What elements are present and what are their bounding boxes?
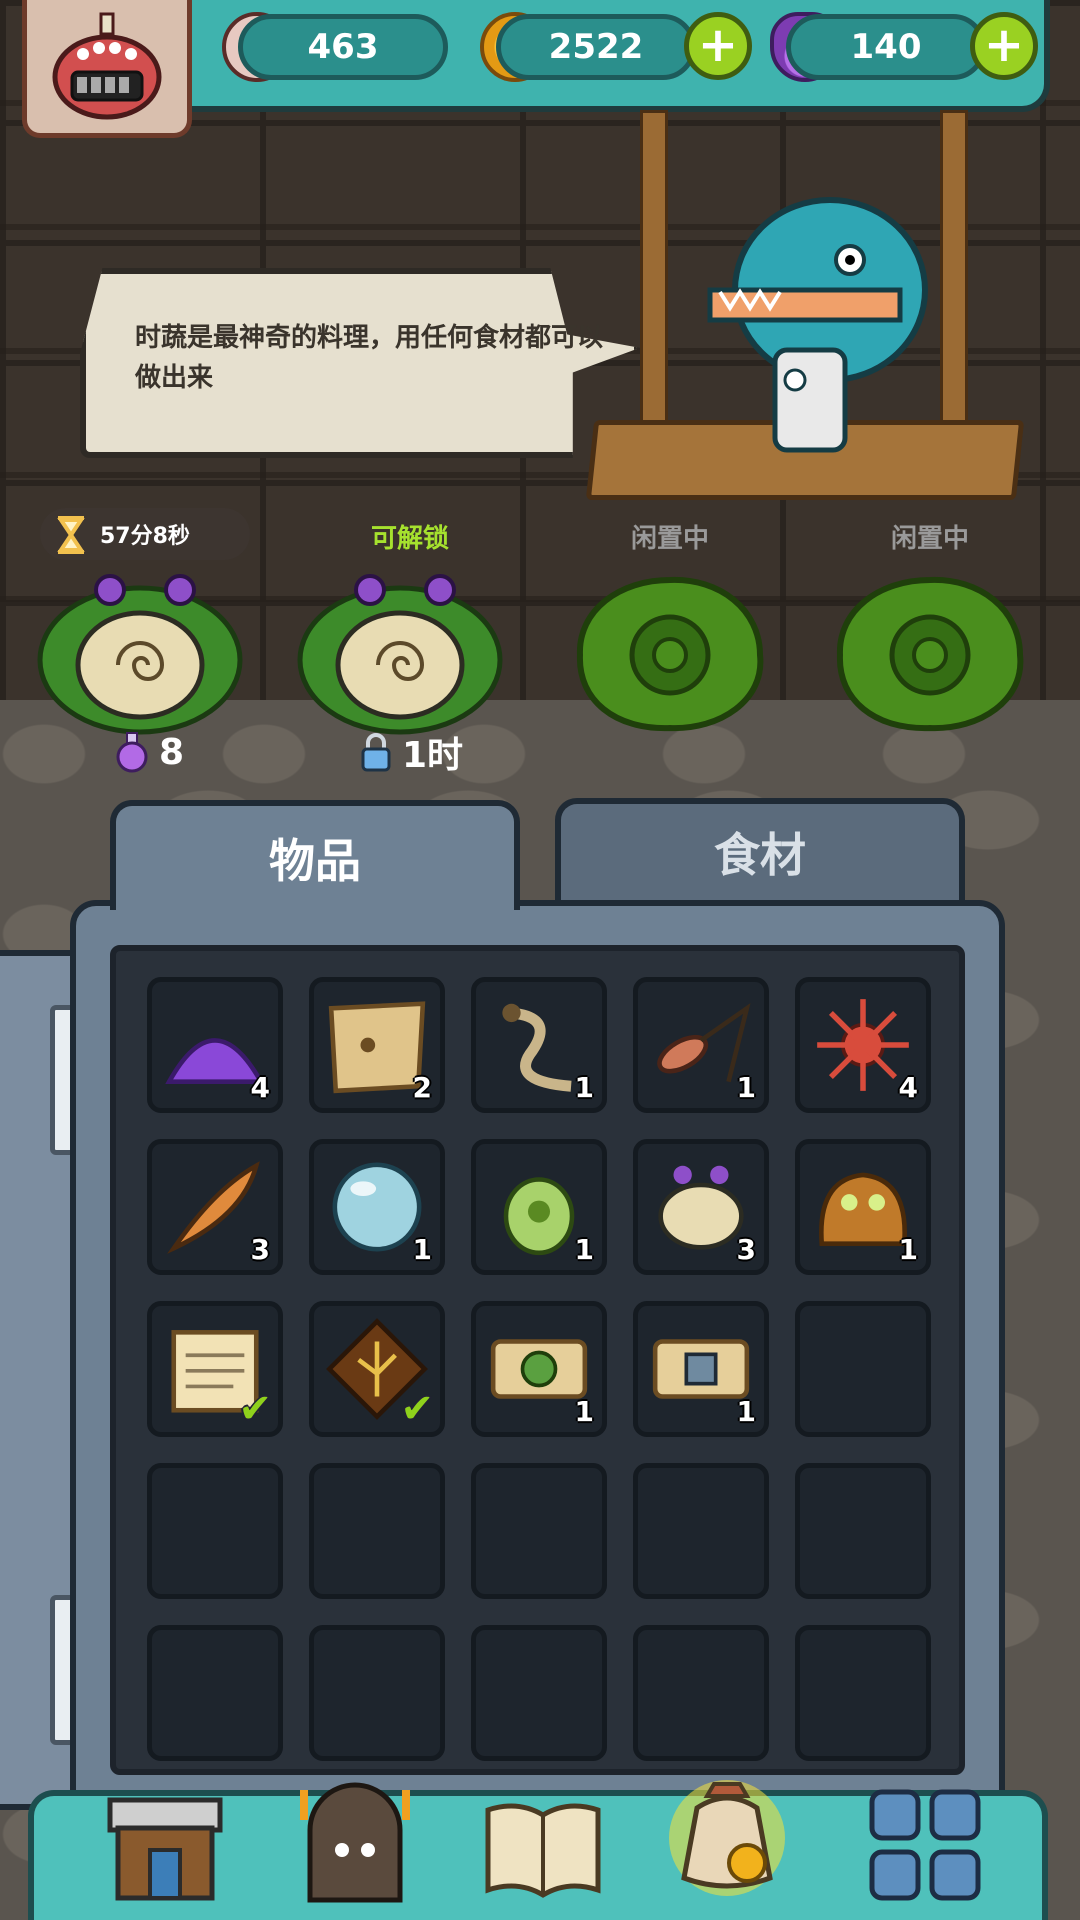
inventory-slot[interactable]: 2 — [309, 977, 445, 1113]
potions-counter: 140 — [786, 14, 986, 80]
item-count: 1 — [574, 1071, 594, 1104]
add-potions-button[interactable]: + — [970, 12, 1038, 80]
recipe-book-icon[interactable] — [478, 1780, 608, 1910]
slot-2-unlock-value: 1时 — [402, 735, 464, 776]
slot-3-idle-pot[interactable] — [560, 560, 780, 740]
bag-icon[interactable] — [662, 1768, 792, 1898]
item-count: 1 — [574, 1233, 594, 1266]
item-count: 1 — [412, 1233, 432, 1266]
tab-ingredients[interactable]: 食材 — [555, 798, 965, 900]
player-avatar-button[interactable] — [22, 0, 192, 138]
add-coins-button[interactable]: + — [684, 12, 752, 80]
item-count: 1 — [736, 1395, 756, 1428]
inventory-slot[interactable]: 1 — [633, 977, 769, 1113]
empty-inventory-slot[interactable] — [795, 1463, 931, 1599]
inventory-slot[interactable]: 1 — [309, 1139, 445, 1275]
empty-inventory-slot[interactable] — [147, 1625, 283, 1761]
inventory-slot[interactable]: ✔ — [309, 1301, 445, 1437]
empty-inventory-slot[interactable] — [795, 1301, 931, 1437]
item-count: 3 — [736, 1233, 756, 1266]
slot-1-cost: 8 — [115, 728, 184, 776]
empty-inventory-slot[interactable] — [471, 1463, 607, 1599]
empty-inventory-slot[interactable] — [633, 1463, 769, 1599]
inventory-slot[interactable]: 4 — [795, 977, 931, 1113]
tab-items[interactable]: 物品 — [110, 800, 520, 910]
item-count: 4 — [250, 1071, 270, 1104]
inventory-slot[interactable]: ✔ — [147, 1301, 283, 1437]
potion-icon — [116, 732, 148, 773]
slot-2-unlock-time: 1时 — [360, 728, 463, 776]
empty-inventory-slot[interactable] — [795, 1625, 931, 1761]
item-count: 1 — [574, 1395, 594, 1428]
eyes-counter: 463 — [238, 14, 448, 80]
inventory-slot[interactable]: 1 — [471, 1301, 607, 1437]
inventory-slot[interactable]: 1 — [471, 1139, 607, 1275]
tab-ingredients-label: 食材 — [714, 828, 806, 882]
inventory-slot[interactable]: 3 — [147, 1139, 283, 1275]
empty-inventory-slot[interactable] — [309, 1625, 445, 1761]
empty-inventory-slot[interactable] — [633, 1625, 769, 1761]
empty-inventory-slot[interactable] — [471, 1625, 607, 1761]
slot-1-cost-value: 8 — [159, 731, 185, 773]
currency-bar: 463 2522 + 140 + — [160, 0, 1050, 112]
slot-2-status: 可解锁 — [370, 524, 449, 554]
slot-4-status: 闲置中 — [890, 524, 969, 554]
chef-speech-text: 时蔬是最神奇的料理，用任何食材都可以做出来 — [135, 323, 604, 393]
dungeon-icon[interactable] — [290, 1780, 420, 1910]
checkmark-icon: ✔ — [400, 1386, 434, 1432]
chef-fish-monster-icon — [707, 197, 928, 453]
coins-value: 2522 — [548, 27, 644, 67]
inventory-slot[interactable]: 4 — [147, 977, 283, 1113]
slot-1-status: 57分8秒 — [100, 524, 190, 549]
eyes-value: 463 — [307, 27, 379, 67]
inventory-slot[interactable]: 3 — [633, 1139, 769, 1275]
item-count: 1 — [898, 1233, 918, 1266]
coins-counter: 2522 — [496, 14, 696, 80]
inventory-slot[interactable]: 1 — [795, 1139, 931, 1275]
hourglass-icon — [57, 516, 85, 554]
empty-inventory-slot[interactable] — [309, 1463, 445, 1599]
monster-avatar-icon — [52, 12, 162, 119]
tab-items-label: 物品 — [269, 834, 361, 888]
item-count: 3 — [250, 1233, 270, 1266]
item-count: 4 — [898, 1071, 918, 1104]
slot-1-timer: 57分8秒 — [40, 508, 250, 560]
slot-3-status: 闲置中 — [630, 524, 709, 554]
potions-value: 140 — [850, 27, 922, 67]
shop-icon[interactable] — [100, 1780, 230, 1910]
checkmark-icon: ✔ — [238, 1386, 272, 1432]
slot-2-snail-dish[interactable] — [290, 560, 510, 740]
inventory-slot[interactable]: 1 — [471, 977, 607, 1113]
inventory-slot[interactable]: 1 — [633, 1301, 769, 1437]
slot-4-idle-pot[interactable] — [820, 560, 1040, 740]
slot-1-snail-dish[interactable] — [30, 560, 250, 740]
item-count: 1 — [736, 1071, 756, 1104]
menu-grid-icon[interactable] — [860, 1780, 990, 1910]
empty-inventory-slot[interactable] — [147, 1463, 283, 1599]
lock-icon — [361, 733, 391, 772]
item-count: 2 — [412, 1071, 432, 1104]
